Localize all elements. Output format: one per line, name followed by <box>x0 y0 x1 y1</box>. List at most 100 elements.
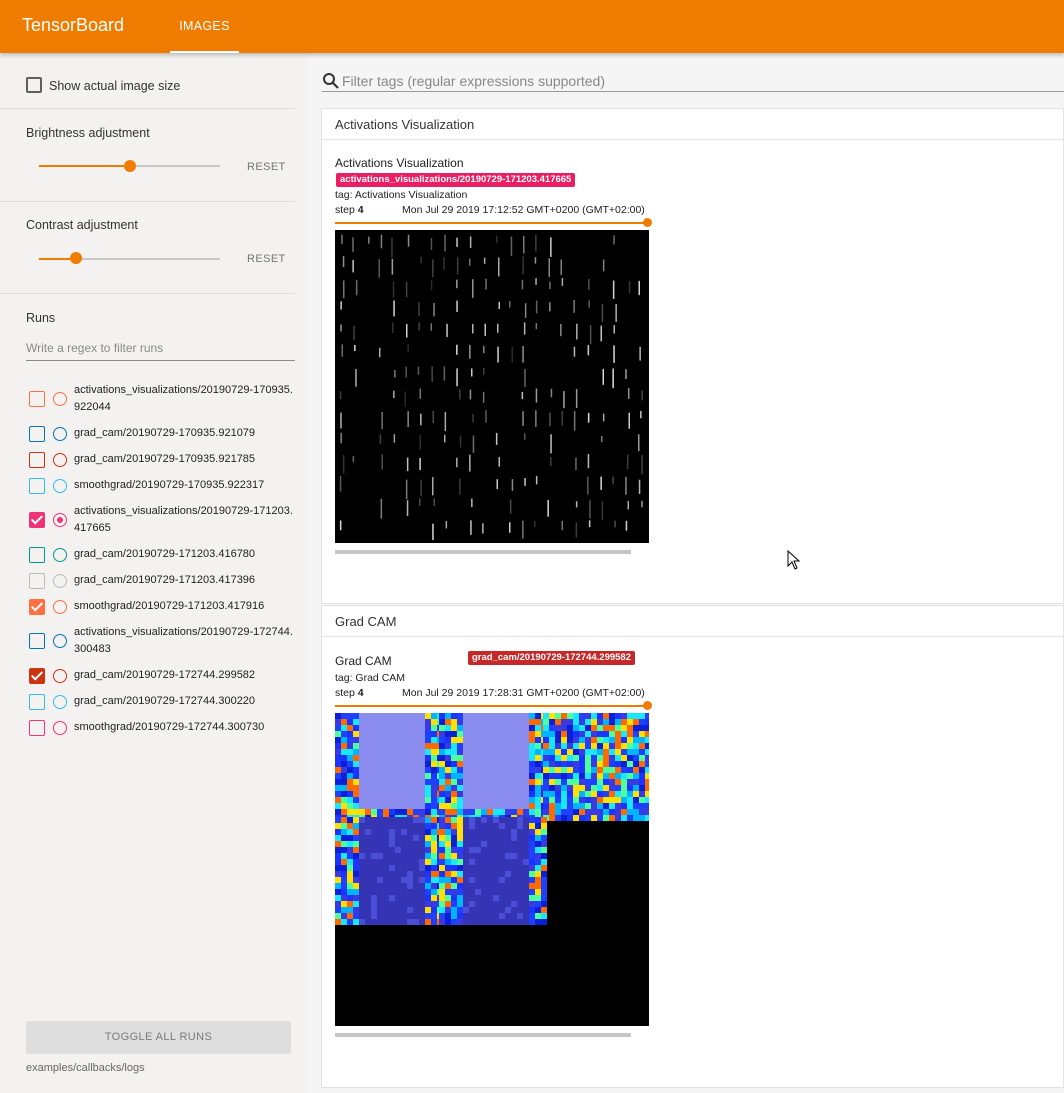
run-badge: grad_cam/20190729-172744.299582 <box>468 651 635 665</box>
step-slider-track[interactable] <box>335 705 649 707</box>
show-actual-size-checkbox[interactable] <box>26 77 42 93</box>
log-directory: examples/callbacks/logs <box>26 1062 145 1074</box>
tag-filter-input[interactable]: Filter tags (regular expressions support… <box>322 71 1064 92</box>
run-radio-button[interactable] <box>53 694 67 709</box>
run-checkbox[interactable] <box>29 633 45 649</box>
app-title: TensorBoard <box>22 15 125 35</box>
brightness-reset-button[interactable]: RESET <box>247 161 286 173</box>
run-item[interactable]: grad_cam/20190729-170935.921079 <box>26 425 296 442</box>
horizontal-scrollbar[interactable] <box>335 1033 631 1037</box>
run-item[interactable]: activations_visualizations/20190729-1712… <box>26 503 296 537</box>
main-content: Filter tags (regular expressions support… <box>308 53 1064 1093</box>
tag-label: tag: Activations Visualization <box>335 189 468 201</box>
run-radio-button[interactable] <box>53 599 67 614</box>
runs-filter-input[interactable]: Write a regex to filter runs <box>26 341 295 361</box>
run-name: grad_cam/20190729-172744.299582 <box>74 669 256 681</box>
tag-label: tag: Grad CAM <box>335 672 406 684</box>
run-item[interactable]: grad_cam/20190729-172744.299582 <box>26 667 296 684</box>
brightness-slider-knob[interactable] <box>124 160 136 172</box>
activations-image <box>335 230 649 543</box>
run-item[interactable]: grad_cam/20190729-171203.417396 <box>26 572 296 589</box>
run-name: grad_cam/20190729-170935.921079 <box>74 427 256 439</box>
image-pane-title: Activations Visualization <box>335 156 464 170</box>
run-checkbox[interactable] <box>29 546 45 563</box>
category-card-activations: Activations Visualization Activations Vi… <box>321 108 1064 604</box>
run-name: smoothgrad/20190729-172744.300730 <box>74 721 265 733</box>
run-radio-button[interactable] <box>53 720 67 735</box>
contrast-slider-knob[interactable] <box>70 252 82 264</box>
run-radio-button[interactable] <box>53 392 67 406</box>
mouse-cursor-icon <box>787 550 801 570</box>
run-name: grad_cam/20190729-171203.416780 <box>74 548 256 560</box>
gradcam-heatmap-graphic <box>335 713 649 925</box>
run-checkbox[interactable] <box>29 391 45 407</box>
run-checkbox[interactable] <box>29 572 45 589</box>
tag-filter-placeholder: Filter tags (regular expressions support… <box>342 73 606 89</box>
run-checkbox[interactable] <box>29 477 45 494</box>
run-radio-button[interactable] <box>53 426 67 441</box>
run-item[interactable]: grad_cam/20190729-170935.921785 <box>26 451 296 468</box>
run-name: smoothgrad/20190729-170935.922317 <box>74 479 265 491</box>
run-name: smoothgrad/20190729-171203.417916 <box>74 600 265 612</box>
sidebar: Show actual image size Brightness adjust… <box>0 53 308 1093</box>
run-name: grad_cam/20190729-170935.921785 <box>74 453 256 465</box>
category-card-gradcam: Grad CAM Grad CAM grad_cam/20190729-1727… <box>321 605 1064 1088</box>
run-checkbox[interactable] <box>29 693 45 710</box>
run-checkbox[interactable] <box>29 512 45 528</box>
step-slider-knob[interactable] <box>643 701 652 710</box>
run-badge: activations_visualizations/20190729-1712… <box>336 173 576 187</box>
step-slider-knob[interactable] <box>643 218 652 227</box>
toggle-all-runs-button[interactable]: TOGGLE ALL RUNS <box>26 1021 291 1054</box>
run-name: grad_cam/20190729-172744.300220 <box>74 695 256 707</box>
contrast-reset-button[interactable]: RESET <box>247 253 286 265</box>
run-radio-button[interactable] <box>53 634 67 648</box>
category-title: Grad CAM <box>335 614 397 629</box>
image-pane-title: Grad CAM <box>335 654 392 668</box>
run-item[interactable]: smoothgrad/20190729-172744.300730 <box>26 719 296 736</box>
brightness-slider-fill <box>39 165 130 167</box>
run-item[interactable]: smoothgrad/20190729-170935.922317 <box>26 477 296 494</box>
run-item[interactable]: activations_visualizations/20190729-1727… <box>26 624 296 658</box>
brightness-title: Brightness adjustment <box>26 126 150 140</box>
step-label: step <box>335 687 355 699</box>
run-item[interactable]: grad_cam/20190729-172744.300220 <box>26 693 296 710</box>
run-radio-button[interactable] <box>53 573 67 588</box>
tab-active-indicator <box>170 51 239 53</box>
tab-images[interactable]: IMAGES <box>170 0 239 53</box>
run-checkbox[interactable] <box>29 451 45 468</box>
show-actual-size-label: Show actual image size <box>49 79 181 93</box>
step-label: step <box>335 204 355 216</box>
run-radio-button[interactable] <box>53 513 67 527</box>
run-radio-button[interactable] <box>53 452 67 467</box>
top-bar: TensorBoard IMAGES <box>0 0 1064 53</box>
step-readout: step 4 <box>335 204 364 216</box>
horizontal-scrollbar[interactable] <box>335 550 631 554</box>
divider <box>0 108 295 109</box>
run-item[interactable]: smoothgrad/20190729-171203.417916 <box>26 598 296 615</box>
run-radio-button[interactable] <box>53 668 67 683</box>
activations-grid-graphic <box>339 234 643 540</box>
timestamp: Mon Jul 29 2019 17:12:52 GMT+0200 (GMT+0… <box>402 204 645 216</box>
runs-title: Runs <box>26 311 56 325</box>
run-item[interactable]: grad_cam/20190729-171203.416780 <box>26 546 296 563</box>
contrast-title: Contrast adjustment <box>26 218 138 232</box>
run-checkbox[interactable] <box>29 667 45 684</box>
divider <box>0 293 295 294</box>
timestamp: Mon Jul 29 2019 17:28:31 GMT+0200 (GMT+0… <box>402 687 645 699</box>
category-header[interactable]: Activations Visualization <box>322 109 1063 140</box>
category-header[interactable]: Grad CAM <box>322 606 1063 637</box>
run-checkbox[interactable] <box>29 719 45 736</box>
run-name: activations_visualizations/20190729-1712… <box>74 505 293 534</box>
run-checkbox[interactable] <box>29 425 45 442</box>
run-name: grad_cam/20190729-171203.417396 <box>74 574 256 586</box>
run-radio-button[interactable] <box>53 478 67 493</box>
tab-images-label: IMAGES <box>179 19 230 33</box>
gradcam-image <box>335 713 649 1026</box>
run-radio-button[interactable] <box>53 547 67 562</box>
step-readout: step 4 <box>335 687 364 699</box>
step-value: 4 <box>357 204 364 216</box>
run-checkbox[interactable] <box>29 598 45 615</box>
category-title: Activations Visualization <box>335 117 475 132</box>
run-item[interactable]: activations_visualizations/20190729-1709… <box>26 382 296 416</box>
step-slider-track[interactable] <box>335 222 649 224</box>
